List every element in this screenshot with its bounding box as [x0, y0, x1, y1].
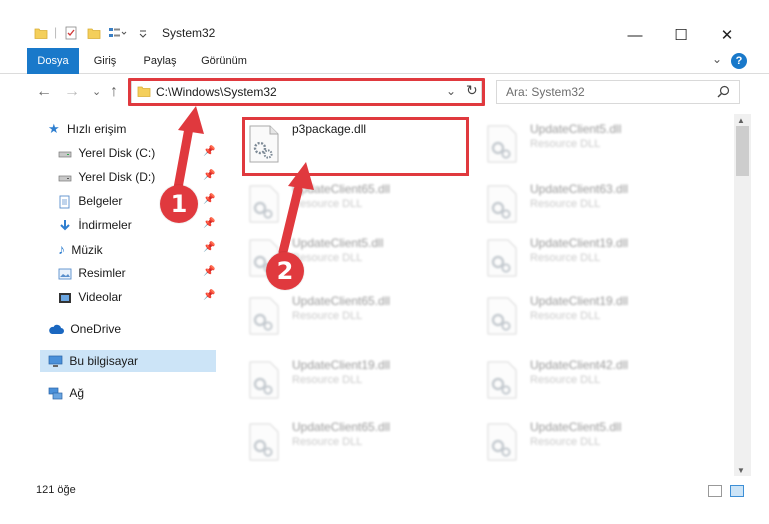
step-2-marker: 2 [266, 252, 304, 290]
step-1-marker: 1 [160, 185, 198, 223]
arrow-step-1 [173, 106, 314, 257]
